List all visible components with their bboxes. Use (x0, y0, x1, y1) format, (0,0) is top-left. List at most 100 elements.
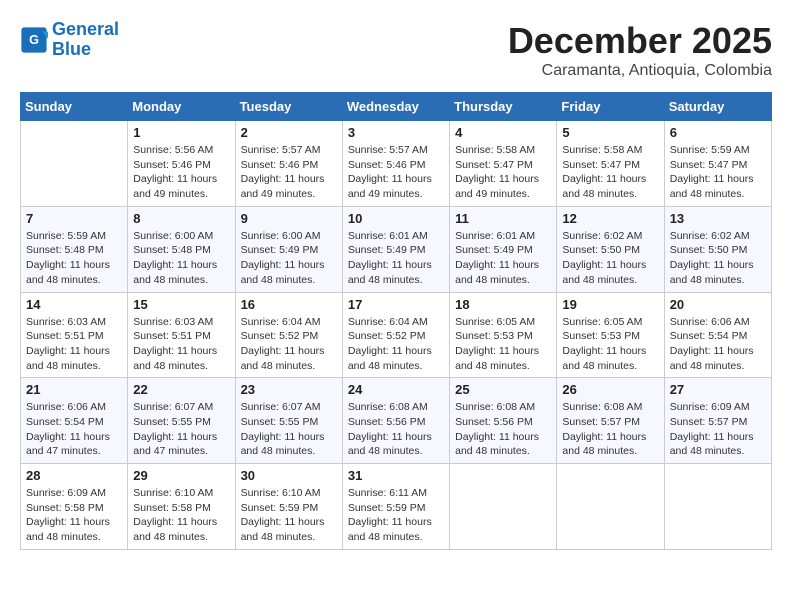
day-info: Sunrise: 6:10 AMSunset: 5:58 PMDaylight:… (133, 486, 229, 545)
calendar-cell: 9 Sunrise: 6:00 AMSunset: 5:49 PMDaylight… (235, 206, 342, 292)
day-number: 29 (133, 468, 229, 483)
day-number: 16 (241, 297, 337, 312)
calendar-header: Sunday Monday Tuesday Wednesday Thursday… (21, 93, 772, 121)
calendar-cell: 11 Sunrise: 6:01 AMSunset: 5:49 PMDayligh… (450, 206, 557, 292)
day-info: Sunrise: 5:57 AMSunset: 5:46 PMDaylight:… (348, 143, 444, 202)
logo-text: General Blue (52, 20, 119, 60)
day-number: 20 (670, 297, 766, 312)
calendar-cell (557, 464, 664, 550)
calendar-cell: 23 Sunrise: 6:07 AMSunset: 5:55 PMDayligh… (235, 378, 342, 464)
day-number: 7 (26, 211, 122, 226)
day-info: Sunrise: 5:58 AMSunset: 5:47 PMDaylight:… (455, 143, 551, 202)
day-info: Sunrise: 6:07 AMSunset: 5:55 PMDaylight:… (133, 400, 229, 459)
day-info: Sunrise: 6:08 AMSunset: 5:56 PMDaylight:… (348, 400, 444, 459)
day-info: Sunrise: 6:11 AMSunset: 5:59 PMDaylight:… (348, 486, 444, 545)
day-number: 15 (133, 297, 229, 312)
day-info: Sunrise: 6:00 AMSunset: 5:49 PMDaylight:… (241, 229, 337, 288)
calendar-cell: 20 Sunrise: 6:06 AMSunset: 5:54 PMDayligh… (664, 292, 771, 378)
day-number: 12 (562, 211, 658, 226)
top-row: G General Blue December 2025 Caramanta, … (20, 20, 772, 86)
day-info: Sunrise: 6:02 AMSunset: 5:50 PMDaylight:… (670, 229, 766, 288)
day-info: Sunrise: 6:10 AMSunset: 5:59 PMDaylight:… (241, 486, 337, 545)
day-number: 10 (348, 211, 444, 226)
day-info: Sunrise: 6:05 AMSunset: 5:53 PMDaylight:… (455, 315, 551, 374)
calendar-cell: 22 Sunrise: 6:07 AMSunset: 5:55 PMDayligh… (128, 378, 235, 464)
day-number: 22 (133, 382, 229, 397)
day-info: Sunrise: 6:01 AMSunset: 5:49 PMDaylight:… (455, 229, 551, 288)
day-number: 2 (241, 125, 337, 140)
day-number: 5 (562, 125, 658, 140)
calendar-cell: 4 Sunrise: 5:58 AMSunset: 5:47 PMDaylight… (450, 121, 557, 207)
day-number: 26 (562, 382, 658, 397)
day-info: Sunrise: 6:09 AMSunset: 5:58 PMDaylight:… (26, 486, 122, 545)
day-number: 11 (455, 211, 551, 226)
day-info: Sunrise: 6:04 AMSunset: 5:52 PMDaylight:… (348, 315, 444, 374)
calendar-table: Sunday Monday Tuesday Wednesday Thursday… (20, 92, 772, 550)
col-sunday: Sunday (21, 93, 128, 121)
col-wednesday: Wednesday (342, 93, 449, 121)
day-info: Sunrise: 5:58 AMSunset: 5:47 PMDaylight:… (562, 143, 658, 202)
day-number: 28 (26, 468, 122, 483)
day-info: Sunrise: 6:01 AMSunset: 5:49 PMDaylight:… (348, 229, 444, 288)
day-number: 27 (670, 382, 766, 397)
day-info: Sunrise: 6:06 AMSunset: 5:54 PMDaylight:… (26, 400, 122, 459)
calendar-cell: 6 Sunrise: 5:59 AMSunset: 5:47 PMDaylight… (664, 121, 771, 207)
calendar-cell: 29 Sunrise: 6:10 AMSunset: 5:58 PMDayligh… (128, 464, 235, 550)
day-number: 1 (133, 125, 229, 140)
day-info: Sunrise: 6:09 AMSunset: 5:57 PMDaylight:… (670, 400, 766, 459)
calendar-cell: 3 Sunrise: 5:57 AMSunset: 5:46 PMDaylight… (342, 121, 449, 207)
day-info: Sunrise: 6:02 AMSunset: 5:50 PMDaylight:… (562, 229, 658, 288)
calendar-cell: 8Sunrise: 6:00 AMSunset: 5:48 PMDaylight… (128, 206, 235, 292)
calendar-cell: 27 Sunrise: 6:09 AMSunset: 5:57 PMDayligh… (664, 378, 771, 464)
day-info: Sunrise: 6:03 AMSunset: 5:51 PMDaylight:… (133, 315, 229, 374)
day-info: Sunrise: 5:56 AMSunset: 5:46 PMDaylight:… (133, 143, 229, 202)
logo: G General Blue (20, 20, 119, 60)
col-saturday: Saturday (664, 93, 771, 121)
day-info: Sunrise: 6:08 AMSunset: 5:56 PMDaylight:… (455, 400, 551, 459)
day-info: Sunrise: 6:07 AMSunset: 5:55 PMDaylight:… (241, 400, 337, 459)
calendar-cell: 7 Sunrise: 5:59 AMSunset: 5:48 PMDaylight… (21, 206, 128, 292)
day-info: Sunrise: 6:03 AMSunset: 5:51 PMDaylight:… (26, 315, 122, 374)
location-title: Caramanta, Antioquia, Colombia (508, 62, 772, 80)
day-number: 18 (455, 297, 551, 312)
logo-line2: Blue (52, 39, 91, 59)
calendar-cell: 24Sunrise: 6:08 AMSunset: 5:56 PMDayligh… (342, 378, 449, 464)
day-number: 23 (241, 382, 337, 397)
col-thursday: Thursday (450, 93, 557, 121)
day-number: 14 (26, 297, 122, 312)
calendar-cell (664, 464, 771, 550)
day-number: 21 (26, 382, 122, 397)
day-number: 9 (241, 211, 337, 226)
calendar-cell: 19Sunrise: 6:05 AMSunset: 5:53 PMDayligh… (557, 292, 664, 378)
calendar-cell: 30Sunrise: 6:10 AMSunset: 5:59 PMDayligh… (235, 464, 342, 550)
day-number: 17 (348, 297, 444, 312)
calendar-cell: 1 Sunrise: 5:56 AMSunset: 5:46 PMDaylight… (128, 121, 235, 207)
col-friday: Friday (557, 93, 664, 121)
day-info: Sunrise: 5:59 AMSunset: 5:47 PMDaylight:… (670, 143, 766, 202)
calendar-cell: 10 Sunrise: 6:01 AMSunset: 5:49 PMDayligh… (342, 206, 449, 292)
day-number: 3 (348, 125, 444, 140)
day-number: 6 (670, 125, 766, 140)
day-info: Sunrise: 5:57 AMSunset: 5:46 PMDaylight:… (241, 143, 337, 202)
calendar-cell: 26Sunrise: 6:08 AMSunset: 5:57 PMDayligh… (557, 378, 664, 464)
day-number: 13 (670, 211, 766, 226)
calendar-cell: 18 Sunrise: 6:05 AMSunset: 5:53 PMDayligh… (450, 292, 557, 378)
calendar-cell (21, 121, 128, 207)
calendar-cell: 21 Sunrise: 6:06 AMSunset: 5:54 PMDayligh… (21, 378, 128, 464)
day-number: 25 (455, 382, 551, 397)
calendar-week-2: 7 Sunrise: 5:59 AMSunset: 5:48 PMDaylight… (21, 206, 772, 292)
col-tuesday: Tuesday (235, 93, 342, 121)
logo-icon: G (20, 26, 48, 54)
day-number: 31 (348, 468, 444, 483)
day-info: Sunrise: 6:05 AMSunset: 5:53 PMDaylight:… (562, 315, 658, 374)
day-number: 8 (133, 211, 229, 226)
calendar-cell: 25 Sunrise: 6:08 AMSunset: 5:56 PMDayligh… (450, 378, 557, 464)
col-monday: Monday (128, 93, 235, 121)
day-info: Sunrise: 6:06 AMSunset: 5:54 PMDaylight:… (670, 315, 766, 374)
calendar-cell: 17 Sunrise: 6:04 AMSunset: 5:52 PMDayligh… (342, 292, 449, 378)
svg-text:G: G (29, 33, 39, 47)
day-info: Sunrise: 6:04 AMSunset: 5:52 PMDaylight:… (241, 315, 337, 374)
calendar-cell: 2 Sunrise: 5:57 AMSunset: 5:46 PMDaylight… (235, 121, 342, 207)
day-info: Sunrise: 5:59 AMSunset: 5:48 PMDaylight:… (26, 229, 122, 288)
day-number: 4 (455, 125, 551, 140)
